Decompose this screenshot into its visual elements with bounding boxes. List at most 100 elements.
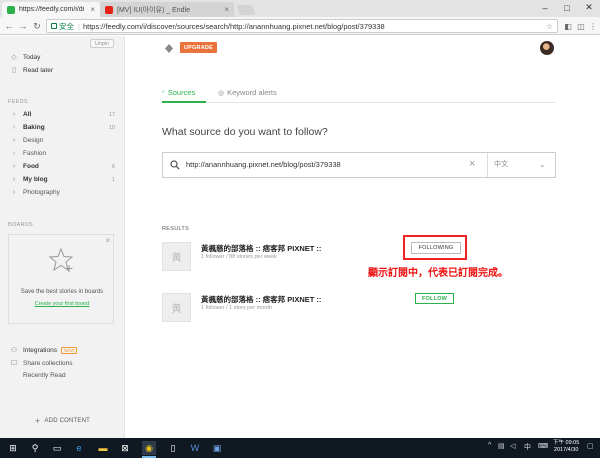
boards-card: × Save the best stories in boards Create… xyxy=(8,234,114,324)
chrome-icon[interactable]: ◉ xyxy=(142,441,156,458)
result-thumbnail[interactable]: 黃 xyxy=(162,293,191,322)
chevron-right-icon[interactable]: › xyxy=(9,176,19,183)
tab-keyword-alerts[interactable]: ◎ Keyword alerts xyxy=(218,88,277,97)
language-select[interactable]: 中文 xyxy=(494,153,508,177)
maximize-icon[interactable]: □ xyxy=(556,0,578,15)
keyboard-icon[interactable]: ⌨ xyxy=(538,442,548,450)
results-header: RESULTS xyxy=(162,226,190,232)
sidebar-item-recently-read[interactable]: Recently Read xyxy=(9,372,115,379)
sidebar-item-today[interactable]: ◇ Today xyxy=(9,53,115,62)
clock-time: 下午 09:05 xyxy=(553,440,580,446)
source-search-box: × 中文 ⌄ xyxy=(162,152,556,178)
address-url[interactable]: https://feedly.com/i/discover/sources/se… xyxy=(83,22,546,31)
browser-tab-feedly[interactable]: https://feedly.com/i/di × xyxy=(2,2,100,17)
sidebar-item-integrations[interactable]: ⚇ Integrations NEW xyxy=(9,346,115,354)
extension-icon[interactable]: ◫ xyxy=(576,21,586,31)
result-thumbnail[interactable]: 黃 xyxy=(162,242,191,271)
upgrade-button[interactable]: UPGRADE xyxy=(180,42,217,53)
search-icon[interactable]: ⚲ xyxy=(28,441,42,455)
close-tab-icon[interactable]: × xyxy=(90,5,95,14)
bookmark-star-icon[interactable]: ☆ xyxy=(546,22,553,31)
youtube-favicon-icon xyxy=(105,5,113,14)
bookmark-icon: ▯ xyxy=(12,67,16,74)
result-meta: 1 follower / 1 story per month xyxy=(201,305,272,311)
sidebar-feed-fashion[interactable]: › Fashion xyxy=(9,150,115,157)
close-tab-icon[interactable]: × xyxy=(224,5,229,14)
minimize-icon[interactable]: – xyxy=(534,0,556,15)
sidebar-feed-all[interactable]: › All 17 xyxy=(9,111,115,118)
rss-icon: ◜ xyxy=(162,89,165,97)
close-icon[interactable]: × xyxy=(105,236,110,245)
clock-date: 2017/4/30 xyxy=(553,447,579,453)
unread-count: 6 xyxy=(111,163,115,170)
search-input[interactable] xyxy=(186,153,466,177)
page-title: What source do you want to follow? xyxy=(162,126,328,138)
windows-start-icon[interactable]: ⊞ xyxy=(6,441,20,455)
notification-icon[interactable]: ▢ xyxy=(587,442,594,450)
store-icon[interactable]: ⊠ xyxy=(118,441,132,455)
browser-tab-youtube[interactable]: [MV] IU(아이유) _ Endle × xyxy=(100,2,234,17)
close-window-icon[interactable]: ✕ xyxy=(578,0,600,15)
tab-sources[interactable]: ◜ Sources xyxy=(162,88,195,97)
create-board-link[interactable]: Create your first board xyxy=(9,301,115,307)
sidebar-feed-my-blog[interactable]: › My blog 1 xyxy=(9,176,115,183)
chevron-right-icon[interactable]: › xyxy=(9,150,19,157)
chevron-right-icon[interactable]: › xyxy=(9,189,19,196)
network-icon[interactable]: ▤ xyxy=(498,442,505,450)
avatar[interactable] xyxy=(540,41,554,55)
sidebar-feed-design[interactable]: › Design xyxy=(9,137,115,144)
follow-button[interactable]: FOLLOW xyxy=(415,293,454,304)
collapse-arrow-icon[interactable] xyxy=(164,44,173,53)
volume-icon[interactable]: ◁ xyxy=(510,442,515,450)
sidebar: Unpin ◇ Today ▯ Read later FEEDS › All 1… xyxy=(0,36,125,438)
menu-icon[interactable]: ⋮ xyxy=(588,21,598,31)
forward-icon[interactable]: → xyxy=(17,20,29,32)
share-icon: ☐ xyxy=(10,360,18,367)
chevron-down-icon[interactable]: ⌄ xyxy=(539,160,546,169)
feeds-header: FEEDS xyxy=(8,99,28,105)
address-bar[interactable]: 安全 | https://feedly.com/i/discover/sourc… xyxy=(46,19,558,33)
unpin-button[interactable]: Unpin xyxy=(90,39,114,48)
sidebar-feed-photography[interactable]: › Photography xyxy=(9,189,115,196)
feedly-favicon-icon xyxy=(7,5,15,14)
taskbar-clock[interactable]: 下午 09:05 2017/4/30 xyxy=(553,440,579,454)
add-content-label: ADD CONTENT xyxy=(44,418,90,424)
browser-tab-title: [MV] IU(아이유) _ Endle xyxy=(117,6,191,14)
browser-toolbar: ← → ↻ 安全 | https://feedly.com/i/discover… xyxy=(0,17,600,35)
chevron-right-icon[interactable]: › xyxy=(9,124,19,131)
tray-up-icon[interactable]: ^ xyxy=(488,442,491,449)
chevron-right-icon[interactable]: › xyxy=(9,137,19,144)
clear-search-icon[interactable]: × xyxy=(469,158,475,170)
chevron-right-icon[interactable]: › xyxy=(9,163,19,170)
tab-divider xyxy=(162,102,556,103)
windows-taskbar: ⊞ ⚲ ▭ e ▬ ⊠ ◉ ▯ W ▣ ^ ▤ ◁ 中 ⌨ 下午 09:05 2… xyxy=(0,438,600,458)
ime-icon[interactable]: 中 xyxy=(524,442,531,452)
sidebar-item-label: All xyxy=(23,111,32,118)
new-badge: NEW xyxy=(60,346,78,354)
sidebar-item-label: Integrations xyxy=(23,346,57,354)
app-icon[interactable]: ▯ xyxy=(166,441,180,455)
sidebar-feed-baking[interactable]: › Baking 10 xyxy=(9,124,115,131)
extension-icon[interactable]: ◧ xyxy=(563,21,573,31)
edge-icon[interactable]: e xyxy=(72,441,86,455)
back-icon[interactable]: ← xyxy=(3,20,15,32)
secure-indicator: 安全 xyxy=(51,21,74,32)
browser-tab-title: https://feedly.com/i/di xyxy=(19,6,85,13)
word-icon[interactable]: W xyxy=(188,441,202,455)
unread-count: 17 xyxy=(108,111,115,118)
sidebar-item-read-later[interactable]: ▯ Read later xyxy=(9,66,115,75)
file-explorer-icon[interactable]: ▬ xyxy=(96,441,110,455)
sidebar-feed-food[interactable]: › Food 6 xyxy=(9,163,115,170)
new-tab-button[interactable] xyxy=(236,5,256,15)
sidebar-item-label: My blog xyxy=(23,176,48,183)
sidebar-item-share-collections[interactable]: ☐ Share collections xyxy=(9,359,115,368)
photos-icon[interactable]: ▣ xyxy=(210,441,224,455)
add-content-button[interactable]: + ADD CONTENT xyxy=(0,416,125,426)
result-title[interactable]: 黃楓慈的部落格 :: 痞客邦 PIXNET :: xyxy=(201,243,321,254)
task-view-icon[interactable]: ▭ xyxy=(50,441,64,455)
result-title[interactable]: 黃楓慈的部落格 :: 痞客邦 PIXNET :: xyxy=(201,294,321,305)
integrations-icon: ⚇ xyxy=(10,347,18,354)
reload-icon[interactable]: ↻ xyxy=(31,20,43,32)
sidebar-item-label: Read later xyxy=(23,66,53,74)
chevron-right-icon[interactable]: › xyxy=(9,111,19,118)
